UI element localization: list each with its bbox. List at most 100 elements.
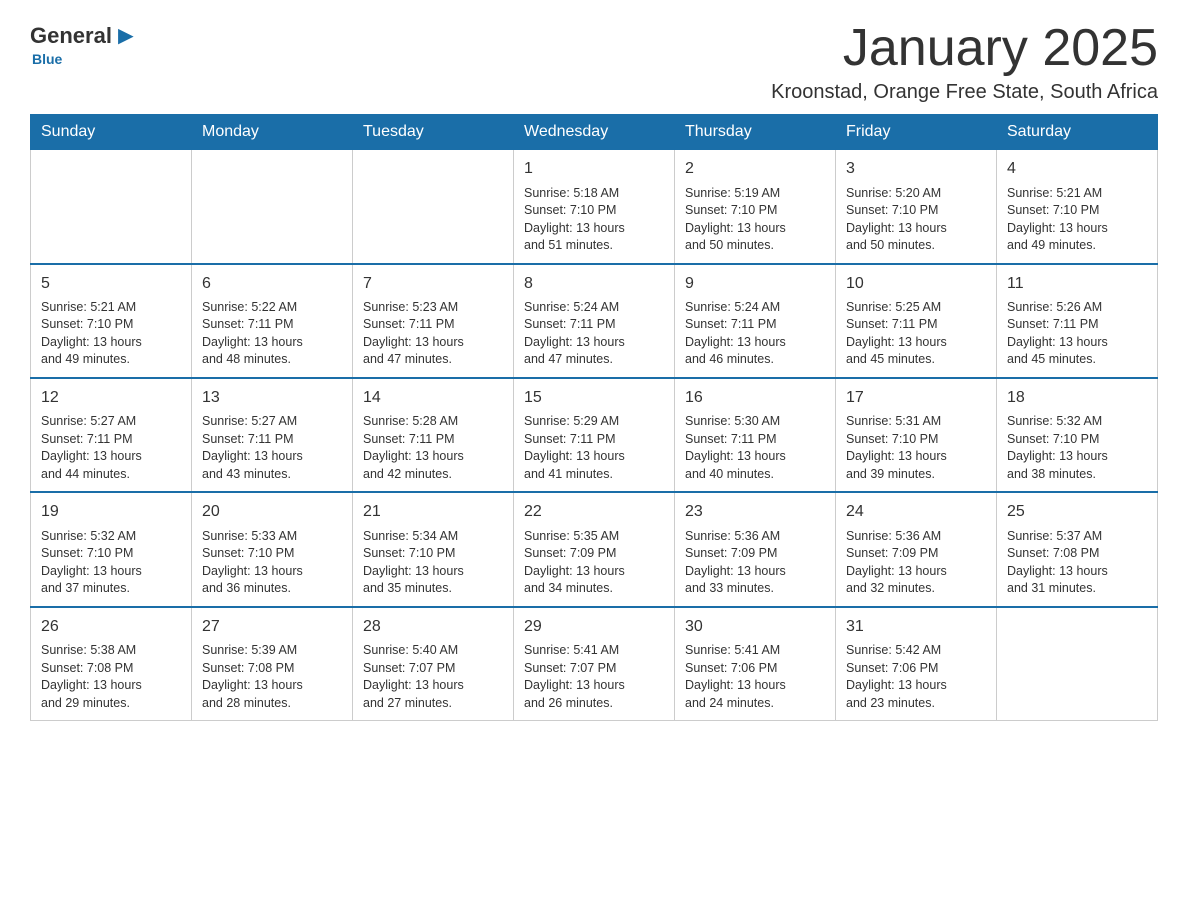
calendar-cell: 3 Sunrise: 5:20 AM Sunset: 7:10 PM Daylig… <box>836 150 997 264</box>
day-number: 21 <box>363 501 503 523</box>
logo-arrow-icon: ► <box>113 20 139 51</box>
weekday-header-saturday: Saturday <box>997 115 1158 150</box>
weekday-header-wednesday: Wednesday <box>514 115 675 150</box>
day-number: 19 <box>41 501 181 523</box>
day-number: 26 <box>41 616 181 638</box>
day-number: 10 <box>846 273 986 295</box>
day-info: Sunrise: 5:24 AM Sunset: 7:11 PM Dayligh… <box>524 299 664 369</box>
day-number: 13 <box>202 387 342 409</box>
calendar-cell <box>353 150 514 264</box>
page-header: General ► Blue January 2025 Kroonstad, O… <box>30 20 1158 104</box>
day-number: 2 <box>685 158 825 180</box>
day-number: 9 <box>685 273 825 295</box>
day-number: 8 <box>524 273 664 295</box>
calendar-cell: 19 Sunrise: 5:32 AM Sunset: 7:10 PM Dayli… <box>31 492 192 606</box>
day-number: 29 <box>524 616 664 638</box>
day-info: Sunrise: 5:23 AM Sunset: 7:11 PM Dayligh… <box>363 299 503 369</box>
day-info: Sunrise: 5:36 AM Sunset: 7:09 PM Dayligh… <box>685 528 825 598</box>
calendar-cell: 10Sunrise: 5:25 AM Sunset: 7:11 PM Dayli… <box>836 264 997 378</box>
day-number: 4 <box>1007 158 1147 180</box>
day-number: 5 <box>41 273 181 295</box>
day-info: Sunrise: 5:21 AM Sunset: 7:10 PM Dayligh… <box>41 299 181 369</box>
logo-general-text: General <box>30 23 112 49</box>
weekday-header-thursday: Thursday <box>675 115 836 150</box>
calendar-cell: 28 Sunrise: 5:40 AM Sunset: 7:07 PM Dayli… <box>353 607 514 721</box>
day-info: Sunrise: 5:20 AM Sunset: 7:10 PM Dayligh… <box>846 185 986 255</box>
calendar-cell: 8 Sunrise: 5:24 AM Sunset: 7:11 PM Daylig… <box>514 264 675 378</box>
month-title: January 2025 <box>771 20 1158 77</box>
day-number: 27 <box>202 616 342 638</box>
calendar-cell: 31 Sunrise: 5:42 AM Sunset: 7:06 PM Dayli… <box>836 607 997 721</box>
day-number: 15 <box>524 387 664 409</box>
calendar-cell: 26Sunrise: 5:38 AM Sunset: 7:08 PM Dayli… <box>31 607 192 721</box>
calendar-cell: 25 Sunrise: 5:37 AM Sunset: 7:08 PM Dayli… <box>997 492 1158 606</box>
calendar-cell: 18 Sunrise: 5:32 AM Sunset: 7:10 PM Dayli… <box>997 378 1158 492</box>
day-number: 7 <box>363 273 503 295</box>
calendar-cell: 15Sunrise: 5:29 AM Sunset: 7:11 PM Dayli… <box>514 378 675 492</box>
day-number: 6 <box>202 273 342 295</box>
calendar-cell: 1 Sunrise: 5:18 AM Sunset: 7:10 PM Daylig… <box>514 150 675 264</box>
logo-blue-text: Blue <box>32 51 62 67</box>
calendar-cell: 6 Sunrise: 5:22 AM Sunset: 7:11 PM Daylig… <box>192 264 353 378</box>
day-number: 23 <box>685 501 825 523</box>
day-info: Sunrise: 5:41 AM Sunset: 7:06 PM Dayligh… <box>685 642 825 712</box>
calendar-cell: 22 Sunrise: 5:35 AM Sunset: 7:09 PM Dayli… <box>514 492 675 606</box>
calendar-cell: 16Sunrise: 5:30 AM Sunset: 7:11 PM Dayli… <box>675 378 836 492</box>
weekday-header-friday: Friday <box>836 115 997 150</box>
day-number: 1 <box>524 158 664 180</box>
day-info: Sunrise: 5:21 AM Sunset: 7:10 PM Dayligh… <box>1007 185 1147 255</box>
day-number: 14 <box>363 387 503 409</box>
day-number: 3 <box>846 158 986 180</box>
day-number: 30 <box>685 616 825 638</box>
day-number: 31 <box>846 616 986 638</box>
calendar-week-row: 1 Sunrise: 5:18 AM Sunset: 7:10 PM Daylig… <box>31 150 1158 264</box>
day-info: Sunrise: 5:27 AM Sunset: 7:11 PM Dayligh… <box>41 413 181 483</box>
logo: General ► Blue <box>30 20 140 67</box>
weekday-header-sunday: Sunday <box>31 115 192 150</box>
day-number: 25 <box>1007 501 1147 523</box>
calendar-cell: 9 Sunrise: 5:24 AM Sunset: 7:11 PM Daylig… <box>675 264 836 378</box>
calendar-cell: 5 Sunrise: 5:21 AM Sunset: 7:10 PM Daylig… <box>31 264 192 378</box>
calendar-week-row: 5 Sunrise: 5:21 AM Sunset: 7:10 PM Daylig… <box>31 264 1158 378</box>
day-number: 17 <box>846 387 986 409</box>
calendar-week-row: 19 Sunrise: 5:32 AM Sunset: 7:10 PM Dayli… <box>31 492 1158 606</box>
day-info: Sunrise: 5:24 AM Sunset: 7:11 PM Dayligh… <box>685 299 825 369</box>
day-info: Sunrise: 5:42 AM Sunset: 7:06 PM Dayligh… <box>846 642 986 712</box>
day-info: Sunrise: 5:22 AM Sunset: 7:11 PM Dayligh… <box>202 299 342 369</box>
day-number: 18 <box>1007 387 1147 409</box>
calendar-week-row: 26Sunrise: 5:38 AM Sunset: 7:08 PM Dayli… <box>31 607 1158 721</box>
calendar-cell: 23 Sunrise: 5:36 AM Sunset: 7:09 PM Dayli… <box>675 492 836 606</box>
day-info: Sunrise: 5:34 AM Sunset: 7:10 PM Dayligh… <box>363 528 503 598</box>
day-info: Sunrise: 5:18 AM Sunset: 7:10 PM Dayligh… <box>524 185 664 255</box>
day-info: Sunrise: 5:41 AM Sunset: 7:07 PM Dayligh… <box>524 642 664 712</box>
calendar-cell: 21 Sunrise: 5:34 AM Sunset: 7:10 PM Dayli… <box>353 492 514 606</box>
day-number: 28 <box>363 616 503 638</box>
calendar-cell: 13Sunrise: 5:27 AM Sunset: 7:11 PM Dayli… <box>192 378 353 492</box>
day-info: Sunrise: 5:40 AM Sunset: 7:07 PM Dayligh… <box>363 642 503 712</box>
calendar-cell: 7 Sunrise: 5:23 AM Sunset: 7:11 PM Daylig… <box>353 264 514 378</box>
day-info: Sunrise: 5:35 AM Sunset: 7:09 PM Dayligh… <box>524 528 664 598</box>
day-info: Sunrise: 5:33 AM Sunset: 7:10 PM Dayligh… <box>202 528 342 598</box>
day-info: Sunrise: 5:32 AM Sunset: 7:10 PM Dayligh… <box>1007 413 1147 483</box>
day-info: Sunrise: 5:26 AM Sunset: 7:11 PM Dayligh… <box>1007 299 1147 369</box>
day-info: Sunrise: 5:30 AM Sunset: 7:11 PM Dayligh… <box>685 413 825 483</box>
calendar-cell: 12 Sunrise: 5:27 AM Sunset: 7:11 PM Dayli… <box>31 378 192 492</box>
day-info: Sunrise: 5:31 AM Sunset: 7:10 PM Dayligh… <box>846 413 986 483</box>
day-info: Sunrise: 5:36 AM Sunset: 7:09 PM Dayligh… <box>846 528 986 598</box>
day-info: Sunrise: 5:39 AM Sunset: 7:08 PM Dayligh… <box>202 642 342 712</box>
calendar-cell: 4 Sunrise: 5:21 AM Sunset: 7:10 PM Daylig… <box>997 150 1158 264</box>
calendar-cell: 11 Sunrise: 5:26 AM Sunset: 7:11 PM Dayli… <box>997 264 1158 378</box>
day-number: 12 <box>41 387 181 409</box>
day-number: 22 <box>524 501 664 523</box>
calendar-cell: 17 Sunrise: 5:31 AM Sunset: 7:10 PM Dayli… <box>836 378 997 492</box>
calendar-cell: 27 Sunrise: 5:39 AM Sunset: 7:08 PM Dayli… <box>192 607 353 721</box>
day-info: Sunrise: 5:32 AM Sunset: 7:10 PM Dayligh… <box>41 528 181 598</box>
calendar-cell: 2Sunrise: 5:19 AM Sunset: 7:10 PM Daylig… <box>675 150 836 264</box>
title-area: January 2025 Kroonstad, Orange Free Stat… <box>771 20 1158 104</box>
calendar-header-row: SundayMondayTuesdayWednesdayThursdayFrid… <box>31 115 1158 150</box>
day-number: 24 <box>846 501 986 523</box>
weekday-header-tuesday: Tuesday <box>353 115 514 150</box>
calendar-cell: 20Sunrise: 5:33 AM Sunset: 7:10 PM Dayli… <box>192 492 353 606</box>
day-number: 11 <box>1007 273 1147 295</box>
day-info: Sunrise: 5:37 AM Sunset: 7:08 PM Dayligh… <box>1007 528 1147 598</box>
